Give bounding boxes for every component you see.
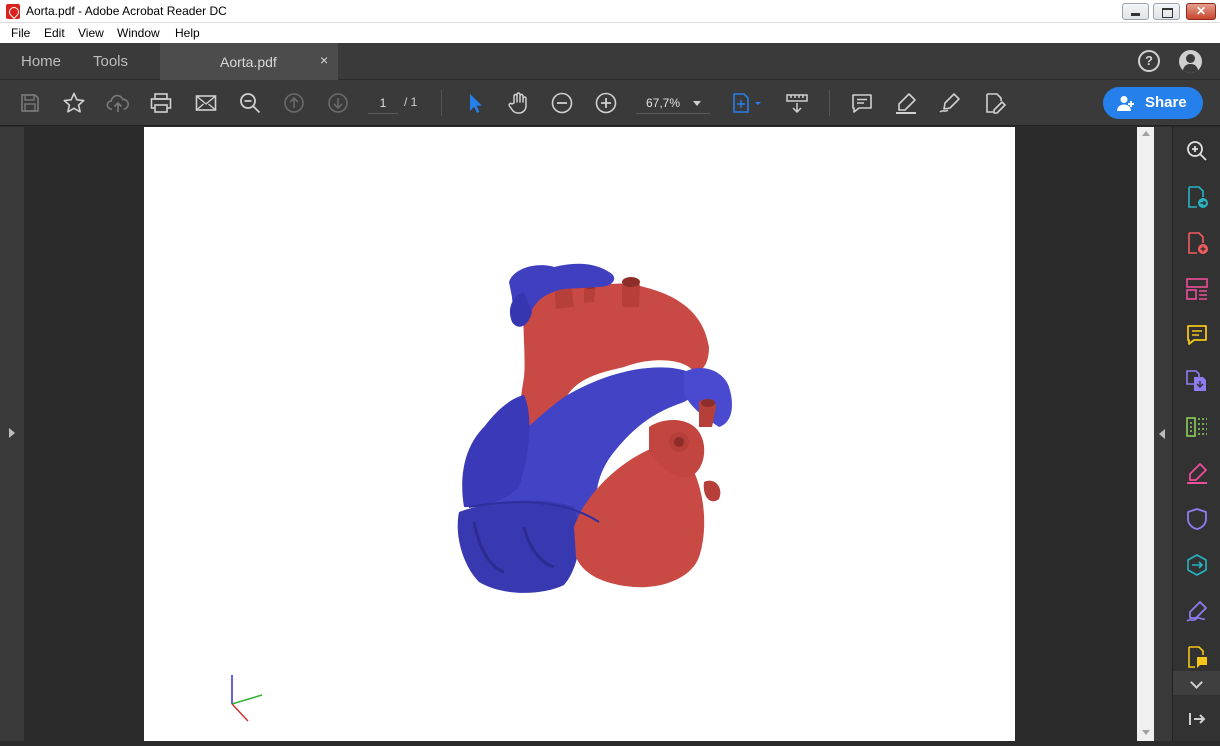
print-icon[interactable] — [149, 91, 173, 115]
create-pdf-icon[interactable] — [1185, 231, 1209, 255]
toolbar: 1 / 1 67,7% Share — [0, 80, 1220, 126]
menu-help[interactable]: Help — [175, 26, 200, 40]
star-icon[interactable] — [62, 91, 86, 115]
request-signature-icon[interactable] — [1185, 599, 1209, 623]
fill-sign-icon[interactable] — [1185, 461, 1209, 485]
minimize-button[interactable] — [1122, 3, 1149, 20]
menu-view[interactable]: View — [78, 26, 104, 40]
menu-edit[interactable]: Edit — [44, 26, 65, 40]
right-pane-toggle[interactable] — [1154, 127, 1172, 741]
pdf-page[interactable] — [144, 127, 1015, 741]
collapse-right-pane-icon — [1159, 429, 1165, 439]
zoom-select[interactable]: 67,7% — [636, 92, 710, 114]
window-title: Aorta.pdf - Adobe Acrobat Reader DC — [26, 4, 227, 18]
title-bar: Aorta.pdf - Adobe Acrobat Reader DC — [0, 0, 1220, 23]
tab-document[interactable]: Aorta.pdf × — [160, 43, 338, 80]
maximize-button[interactable] — [1153, 3, 1180, 20]
heart-3d-model[interactable] — [144, 127, 1015, 741]
menu-window[interactable]: Window — [117, 26, 160, 40]
add-user-icon — [1117, 96, 1134, 111]
share-label: Share — [1145, 94, 1187, 111]
tab-tools[interactable]: Tools — [93, 53, 128, 70]
select-cursor-icon[interactable] — [463, 91, 487, 115]
combine-files-icon[interactable] — [1185, 369, 1209, 393]
zoom-out-icon[interactable] — [550, 91, 574, 115]
vertical-scrollbar[interactable] — [1137, 127, 1154, 741]
menu-file[interactable]: File — [11, 26, 30, 40]
read-mode-icon[interactable] — [785, 91, 809, 115]
comment-icon[interactable] — [1185, 323, 1209, 347]
organize-pages-icon[interactable] — [1185, 277, 1209, 301]
send-review-icon[interactable] — [1185, 553, 1209, 577]
save-icon[interactable] — [18, 91, 42, 115]
tools-pane — [1172, 127, 1220, 741]
help-icon[interactable]: ? — [1138, 50, 1160, 72]
menu-bar: File Edit View Window Help — [0, 23, 1220, 43]
compress-pdf-icon[interactable] — [1185, 415, 1209, 439]
acrobat-icon — [6, 4, 20, 19]
page-up-icon[interactable] — [282, 91, 306, 115]
fit-page-icon[interactable] — [730, 91, 764, 115]
zoom-in-icon[interactable] — [594, 91, 618, 115]
tab-bar: Home Tools Aorta.pdf × ? — [0, 43, 1220, 80]
scroll-up-icon[interactable] — [1142, 131, 1150, 136]
search-enhance-icon[interactable] — [1185, 139, 1209, 163]
axis-gizmo — [231, 675, 263, 722]
comment-icon[interactable] — [850, 91, 874, 115]
fill-sign-icon[interactable] — [982, 91, 1006, 115]
edit-pdf-icon[interactable] — [1185, 645, 1209, 669]
tab-home[interactable]: Home — [21, 53, 61, 70]
account-icon[interactable] — [1179, 50, 1202, 73]
close-window-button[interactable] — [1186, 3, 1216, 20]
toolbar-divider — [829, 90, 830, 116]
scroll-down-icon[interactable] — [1142, 730, 1150, 735]
export-pdf-icon[interactable] — [1185, 185, 1209, 209]
share-button[interactable]: Share — [1103, 87, 1203, 119]
toolbar-divider — [441, 90, 442, 116]
expand-left-pane-icon — [9, 428, 15, 438]
more-tools-button[interactable] — [1173, 671, 1220, 695]
page-total: / 1 — [404, 95, 418, 109]
draw-icon[interactable] — [938, 91, 962, 115]
cloud-upload-icon[interactable] — [106, 91, 130, 115]
search-zoom-icon[interactable] — [238, 91, 262, 115]
page-down-icon[interactable] — [326, 91, 350, 115]
document-tab-label: Aorta.pdf — [220, 54, 277, 70]
collapse-pane-icon[interactable] — [1187, 711, 1207, 727]
close-tab-icon[interactable]: × — [320, 52, 328, 68]
protect-icon[interactable] — [1185, 507, 1209, 531]
chevron-down-icon — [693, 101, 701, 106]
zoom-value: 67,7% — [646, 96, 681, 110]
mail-icon[interactable] — [194, 91, 218, 115]
highlight-icon[interactable] — [894, 91, 918, 115]
left-pane-toggle[interactable] — [0, 127, 24, 741]
page-number-input[interactable]: 1 — [368, 92, 398, 114]
hand-icon[interactable] — [506, 91, 530, 115]
